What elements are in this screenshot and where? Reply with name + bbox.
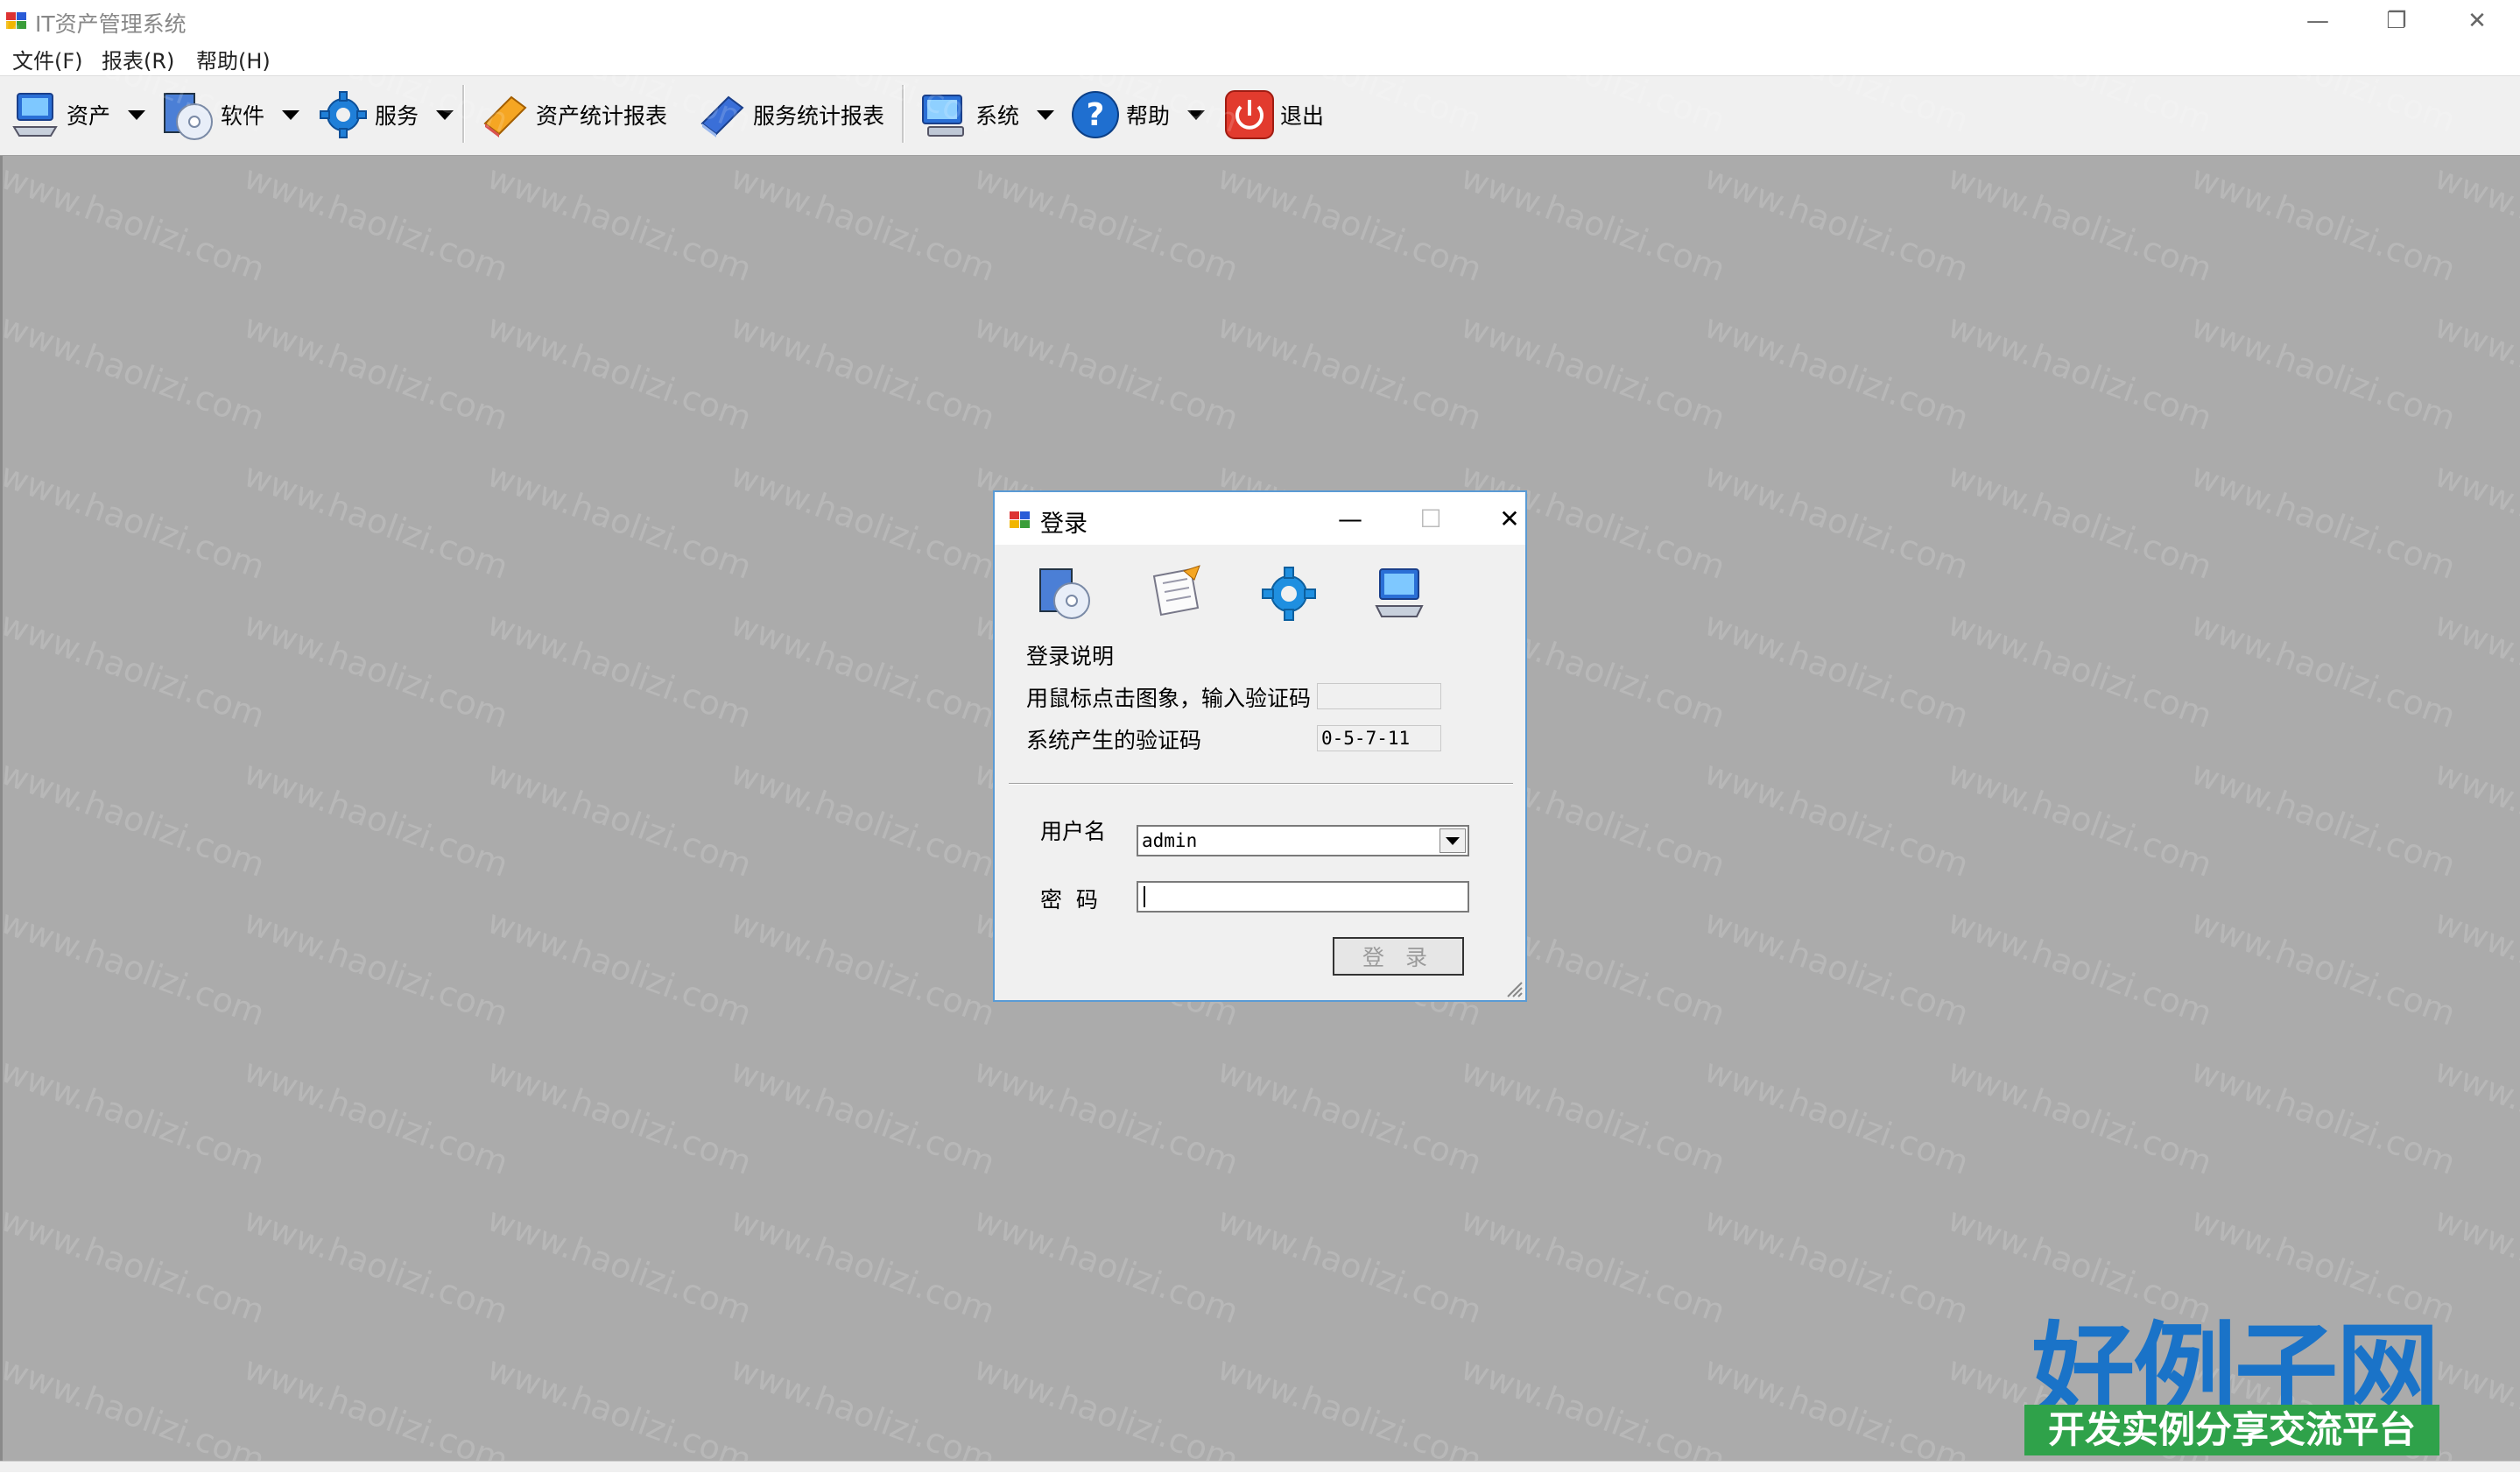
login-button[interactable]: 登 录 xyxy=(1333,937,1464,976)
chevron-down-icon xyxy=(1446,836,1460,845)
chevron-down-icon[interactable] xyxy=(436,109,454,120)
toolbar-service-button[interactable]: 服务 xyxy=(317,81,454,148)
password-label: 密 码 xyxy=(1040,887,1098,913)
text-caret xyxy=(1144,886,1145,907)
login-instruction-title: 登录说明 xyxy=(1026,644,1115,669)
toolbar-exit-label: 退出 xyxy=(1280,103,1325,129)
generated-code-value: 0-5-7-11 xyxy=(1317,725,1441,751)
window-titlebar: IT资产管理系统 — ❐ ✕ xyxy=(0,0,2520,40)
chevron-down-icon[interactable] xyxy=(282,109,300,120)
username-dropdown-button[interactable] xyxy=(1439,828,1466,853)
toolbar-service-report-label: 服务统计报表 xyxy=(753,103,885,129)
menu-report[interactable]: 报表(R) xyxy=(102,44,174,74)
report-book-icon xyxy=(700,95,744,137)
resize-grip-icon[interactable] xyxy=(1503,977,1524,998)
menu-help[interactable]: 帮助(H) xyxy=(196,44,271,74)
brand-watermark: 好例子网 开发实例分享交流平台 xyxy=(2023,1287,2452,1462)
menu-bar: 文件(F) 报表(R) 帮助(H) xyxy=(0,40,2520,74)
software-cd-icon[interactable] xyxy=(1033,562,1096,625)
help-icon: ? xyxy=(1072,91,1119,138)
toolbar-system-button[interactable]: 系统 xyxy=(918,81,1055,148)
toolbar-separator xyxy=(462,85,465,143)
chevron-down-icon[interactable] xyxy=(1187,109,1206,120)
toolbar-service-label: 服务 xyxy=(375,103,419,129)
toolbar-asset-report-label: 资产统计报表 xyxy=(536,103,668,129)
toolbar-help-label: 帮助 xyxy=(1126,103,1171,129)
login-maximize-button: ☐ xyxy=(1419,504,1442,533)
window-title: IT资产管理系统 xyxy=(35,11,187,37)
app-icon xyxy=(6,12,26,29)
toolbar-separator xyxy=(902,85,905,143)
toolbar-software-button[interactable]: 软件 xyxy=(159,81,300,148)
minimize-button[interactable]: — xyxy=(2287,4,2348,39)
captcha-input[interactable] xyxy=(1317,683,1441,709)
gear-icon xyxy=(320,91,367,138)
toolbar-asset-report-button[interactable]: 资产统计报表 xyxy=(478,81,667,148)
app-icon xyxy=(1010,511,1030,528)
divider xyxy=(1009,783,1513,785)
brand-slogan: 开发实例分享交流平台 xyxy=(2024,1405,2439,1455)
login-dialog-titlebar: 登录 — ☐ ✕ xyxy=(995,492,1525,545)
username-value: admin xyxy=(1142,830,1198,851)
power-icon xyxy=(1225,90,1274,139)
captcha-click-prompt: 用鼠标点击图象，输入验证码 xyxy=(1026,686,1312,711)
password-field[interactable] xyxy=(1137,881,1469,913)
toolbar-assets-button[interactable]: 资产 xyxy=(9,81,146,148)
generated-code-label: 系统产生的验证码 xyxy=(1026,728,1202,753)
login-minimize-button[interactable]: — xyxy=(1326,501,1375,536)
software-cd-icon xyxy=(164,93,213,140)
menu-file[interactable]: 文件(F) xyxy=(12,44,83,74)
login-close-button[interactable]: ✕ xyxy=(1485,501,1534,536)
gear-icon[interactable] xyxy=(1257,562,1320,625)
login-dialog-title: 登录 xyxy=(1040,511,1088,538)
toolbar-service-report-button[interactable]: 服务统计报表 xyxy=(695,81,884,148)
username-combobox[interactable]: admin xyxy=(1137,825,1469,856)
chevron-down-icon[interactable] xyxy=(128,109,146,120)
document-edit-icon[interactable] xyxy=(1145,562,1208,625)
username-label: 用户名 xyxy=(1040,819,1107,844)
toolbar-assets-label: 资产 xyxy=(67,103,111,129)
toolbar-software-label: 软件 xyxy=(221,103,265,129)
chevron-down-icon[interactable] xyxy=(1037,109,1055,120)
close-button[interactable]: ✕ xyxy=(2446,4,2508,39)
toolbar: 资产 软件 服务 资产统计报表 服务统计报表 系统 ? 帮助 退出 xyxy=(0,75,2520,157)
toolbar-exit-button[interactable]: 退出 xyxy=(1224,81,1324,148)
computer-icon xyxy=(12,93,58,137)
monitor-icon xyxy=(922,95,964,137)
toolbar-help-button[interactable]: ? 帮助 xyxy=(1070,81,1206,148)
computer-icon[interactable] xyxy=(1369,562,1432,625)
login-dialog: 登录 — ☐ ✕ 登录说明 用鼠标点击图象，输入验证码 系统产生的验证码 0-5… xyxy=(993,490,1527,1002)
svg-text:?: ? xyxy=(1087,97,1105,133)
restore-button[interactable]: ❐ xyxy=(2366,4,2427,39)
toolbar-system-label: 系统 xyxy=(975,103,1020,129)
report-book-icon xyxy=(483,95,527,137)
